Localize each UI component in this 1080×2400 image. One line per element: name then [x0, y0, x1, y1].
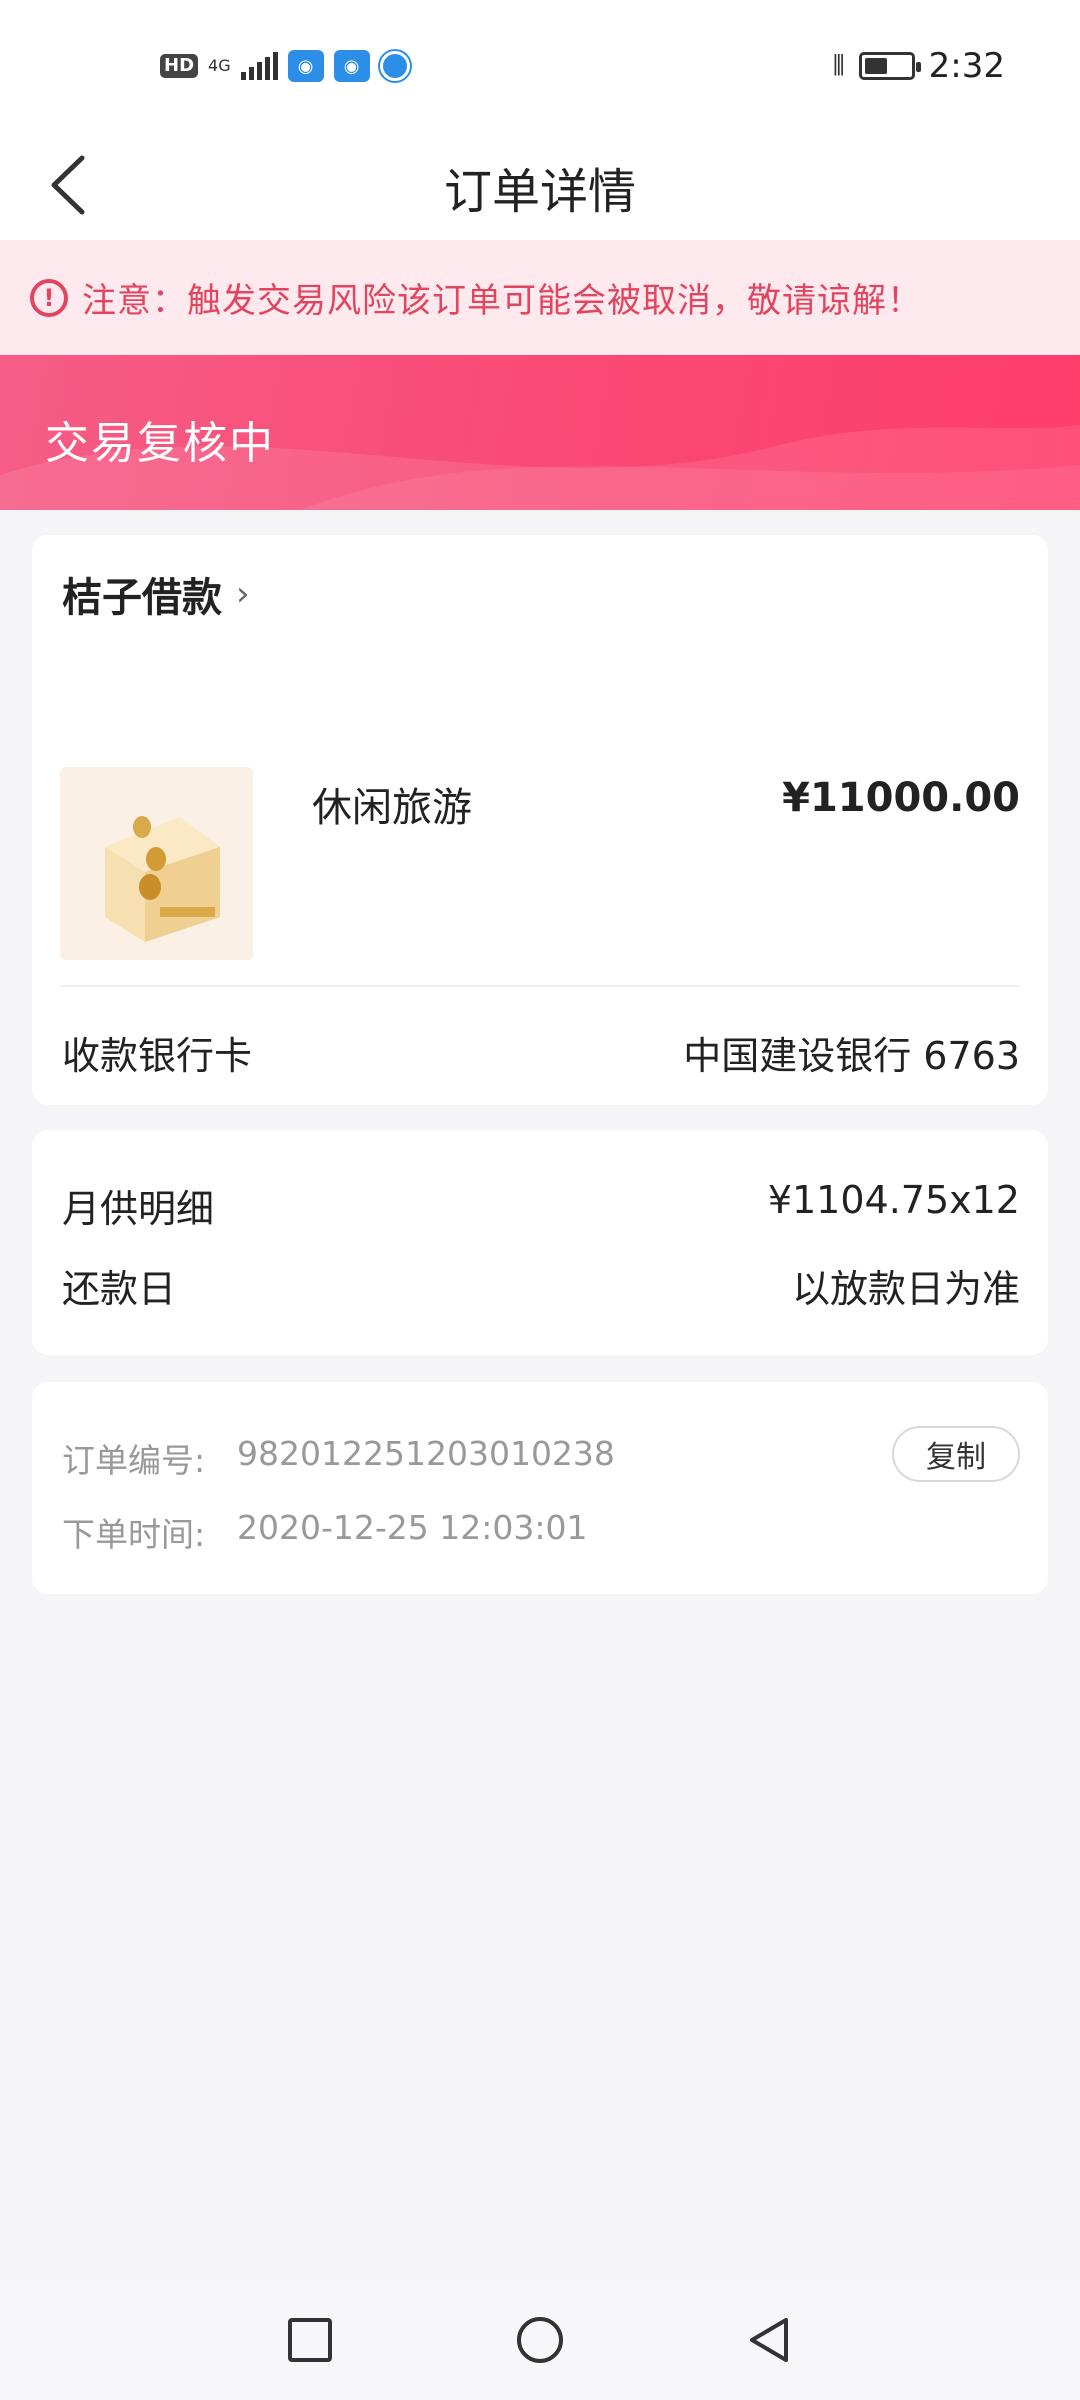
system-nav-bar: [0, 2280, 1080, 2400]
product-price: ¥11000.00: [782, 775, 1020, 821]
recents-button[interactable]: [280, 2310, 340, 2370]
status-right: ⫴ 2:32: [833, 46, 1005, 86]
order-time-label: 下单时间:: [62, 1515, 206, 1554]
square-recents-icon: [288, 2318, 332, 2362]
product-name: 休闲旅游: [312, 785, 472, 831]
merchant-link[interactable]: 桔子借款 ›: [62, 565, 250, 623]
hd-badge: HD: [160, 54, 199, 78]
nav-bar: 订单详情: [0, 130, 1080, 240]
status-indicators: HD 4G ◉ ◉: [160, 50, 410, 82]
system-back-button[interactable]: [740, 2310, 800, 2370]
due-value: 以放款日为准: [791, 1267, 1020, 1311]
notice-text: 注意：触发交易风险该订单可能会被取消，敬请谅解！: [82, 281, 922, 321]
battery-fill: [864, 58, 887, 74]
triangle-back-icon: [750, 2318, 788, 2362]
divider: [60, 985, 1020, 987]
status-banner: 交易复核中: [0, 355, 1080, 510]
copy-button[interactable]: 复制: [892, 1426, 1020, 1482]
hotspot-icon-2: ◉: [333, 50, 370, 82]
page-title: 订单详情: [443, 164, 636, 220]
circle-home-icon: [517, 2317, 563, 2363]
repayment-card: 月供明细 ¥1104.75x12 还款日 以放款日为准: [32, 1130, 1048, 1355]
monthly-value: ¥1104.75x12: [767, 1178, 1020, 1222]
bank-value: 中国建设银行 6763: [683, 1034, 1020, 1078]
hotspot-icon: ◉: [287, 50, 324, 82]
clock: 2:32: [928, 46, 1005, 86]
order-meta-card: 订单编号: 982012251203010238 复制 下单时间: 2020-1…: [32, 1382, 1048, 1594]
vibrate-icon: ⫴: [832, 49, 845, 82]
coin-box-icon: [60, 767, 253, 960]
status-bar: HD 4G ◉ ◉ ⫴ 2:32: [0, 0, 1080, 130]
battery-icon: [858, 52, 921, 80]
chevron-right-icon: ›: [236, 574, 250, 614]
monthly-label: 月供明细: [62, 1187, 215, 1231]
due-label: 还款日: [62, 1267, 177, 1311]
order-no-value: 982012251203010238: [237, 1434, 615, 1473]
order-no-label: 订单编号:: [62, 1441, 206, 1480]
product-image: [60, 767, 253, 960]
order-status: 交易复核中: [45, 418, 275, 469]
browser-icon: [379, 51, 410, 81]
bank-label: 收款银行卡: [62, 1034, 253, 1078]
warning-icon: !: [30, 278, 68, 317]
order-time-value: 2020-12-25 12:03:01: [237, 1508, 588, 1547]
risk-notice: ! 注意：触发交易风险该订单可能会被取消，敬请谅解！: [0, 240, 1080, 355]
home-button[interactable]: [510, 2310, 570, 2370]
merchant-name: 桔子借款: [62, 575, 222, 621]
order-card: 桔子借款 › 休闲旅游 ¥11000.00 收款银行卡 中国建设银行 6763: [32, 535, 1048, 1105]
signal-icon: [240, 52, 278, 80]
network-type: 4G: [208, 56, 231, 75]
